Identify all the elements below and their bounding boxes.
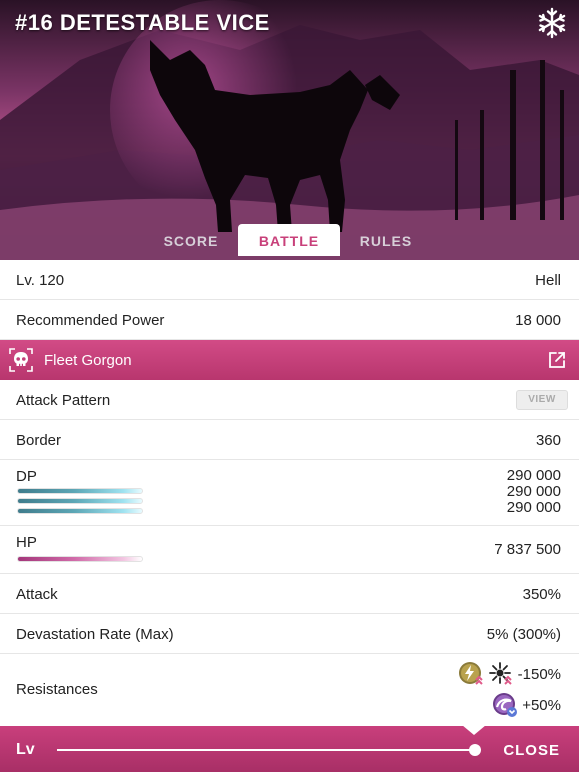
burst-up-icon — [488, 662, 512, 685]
border-value: 360 — [535, 432, 561, 449]
resistances-label: Resistances — [16, 681, 98, 698]
external-link-icon[interactable] — [548, 351, 566, 369]
tab-score[interactable]: SCORE — [155, 224, 227, 256]
dp-value: 290 000 — [506, 499, 561, 516]
resistance-entry: +50% — [488, 692, 561, 718]
recommended-power-value: 18 000 — [515, 312, 561, 329]
attack-pattern-row: Attack Pattern VIEW — [0, 380, 579, 420]
skull-icon — [9, 348, 33, 372]
dp-bar — [17, 498, 143, 504]
dp-values: 290 000 290 000 290 000 — [507, 468, 561, 516]
hp-label: HP — [16, 534, 37, 551]
stage-banner: #16 DETESTABLE VICE SCORE BATTLE RULES — [0, 0, 579, 260]
hp-bar — [17, 556, 143, 562]
level-slider-label: Lv — [16, 741, 35, 758]
recommended-power-label: Recommended Power — [16, 312, 165, 329]
resistance-value: -150% — [517, 665, 561, 683]
attack-pattern-label: Attack Pattern — [16, 392, 111, 409]
devastation-rate-value: 5% (300%) — [486, 626, 561, 643]
level-slider-track[interactable] — [57, 749, 475, 751]
border-row: Border 360 — [0, 420, 579, 460]
attack-label: Attack — [16, 586, 58, 603]
difficulty-value: Hell — [535, 272, 561, 289]
tab-bar: SCORE BATTLE RULES — [0, 224, 579, 260]
devastation-rate-label: Devastation Rate (Max) — [16, 626, 174, 643]
dp-value: 290 000 — [506, 483, 561, 500]
resistance-entry: -150% — [454, 661, 561, 687]
tab-rules[interactable]: RULES — [350, 224, 422, 256]
attack-row: Attack 350% — [0, 574, 579, 614]
stage-title: #16 DETESTABLE VICE — [15, 10, 270, 35]
slider-pointer — [462, 725, 486, 735]
dp-label: DP — [16, 468, 37, 485]
attack-value: 350% — [522, 586, 561, 603]
close-button[interactable]: CLOSE — [503, 742, 560, 759]
recommended-power-row: Recommended Power 18 000 — [0, 300, 579, 340]
dp-value: 290 000 — [506, 467, 561, 484]
dp-bar — [17, 508, 143, 514]
border-label: Border — [16, 432, 62, 449]
wolf-silhouette-artwork — [0, 0, 579, 260]
enemy-name: Fleet Gorgon — [44, 352, 132, 369]
dp-row: DP 290 000 290 000 290 000 — [0, 460, 579, 526]
hp-row: HP 7 837 500 — [0, 526, 579, 574]
resistance-value: +50% — [522, 696, 561, 714]
level-footer: Lv CLOSE — [0, 725, 579, 772]
wave-down-icon — [493, 693, 518, 717]
level-row: Lv. 120 Hell — [0, 260, 579, 300]
enemy-header-row[interactable]: Fleet Gorgon — [0, 340, 579, 380]
lightning-up-icon — [458, 662, 483, 685]
resistances-row: Resistances -150% +50% — [0, 654, 579, 726]
dp-bar — [17, 488, 143, 494]
stage-info-panel: #16 DETESTABLE VICE SCORE BATTLE RULES L… — [0, 0, 579, 772]
tab-battle[interactable]: BATTLE — [238, 224, 340, 256]
snowflake-icon — [538, 7, 566, 39]
level-slider-thumb[interactable] — [469, 744, 481, 756]
battle-info-list: Lv. 120 Hell Recommended Power 18 000 Fl… — [0, 260, 579, 726]
devastation-rate-row: Devastation Rate (Max) 5% (300%) — [0, 614, 579, 654]
view-attack-pattern-button[interactable]: VIEW — [516, 390, 568, 410]
hp-value: 7 837 500 — [494, 541, 561, 558]
level-label: Lv. 120 — [16, 272, 65, 289]
